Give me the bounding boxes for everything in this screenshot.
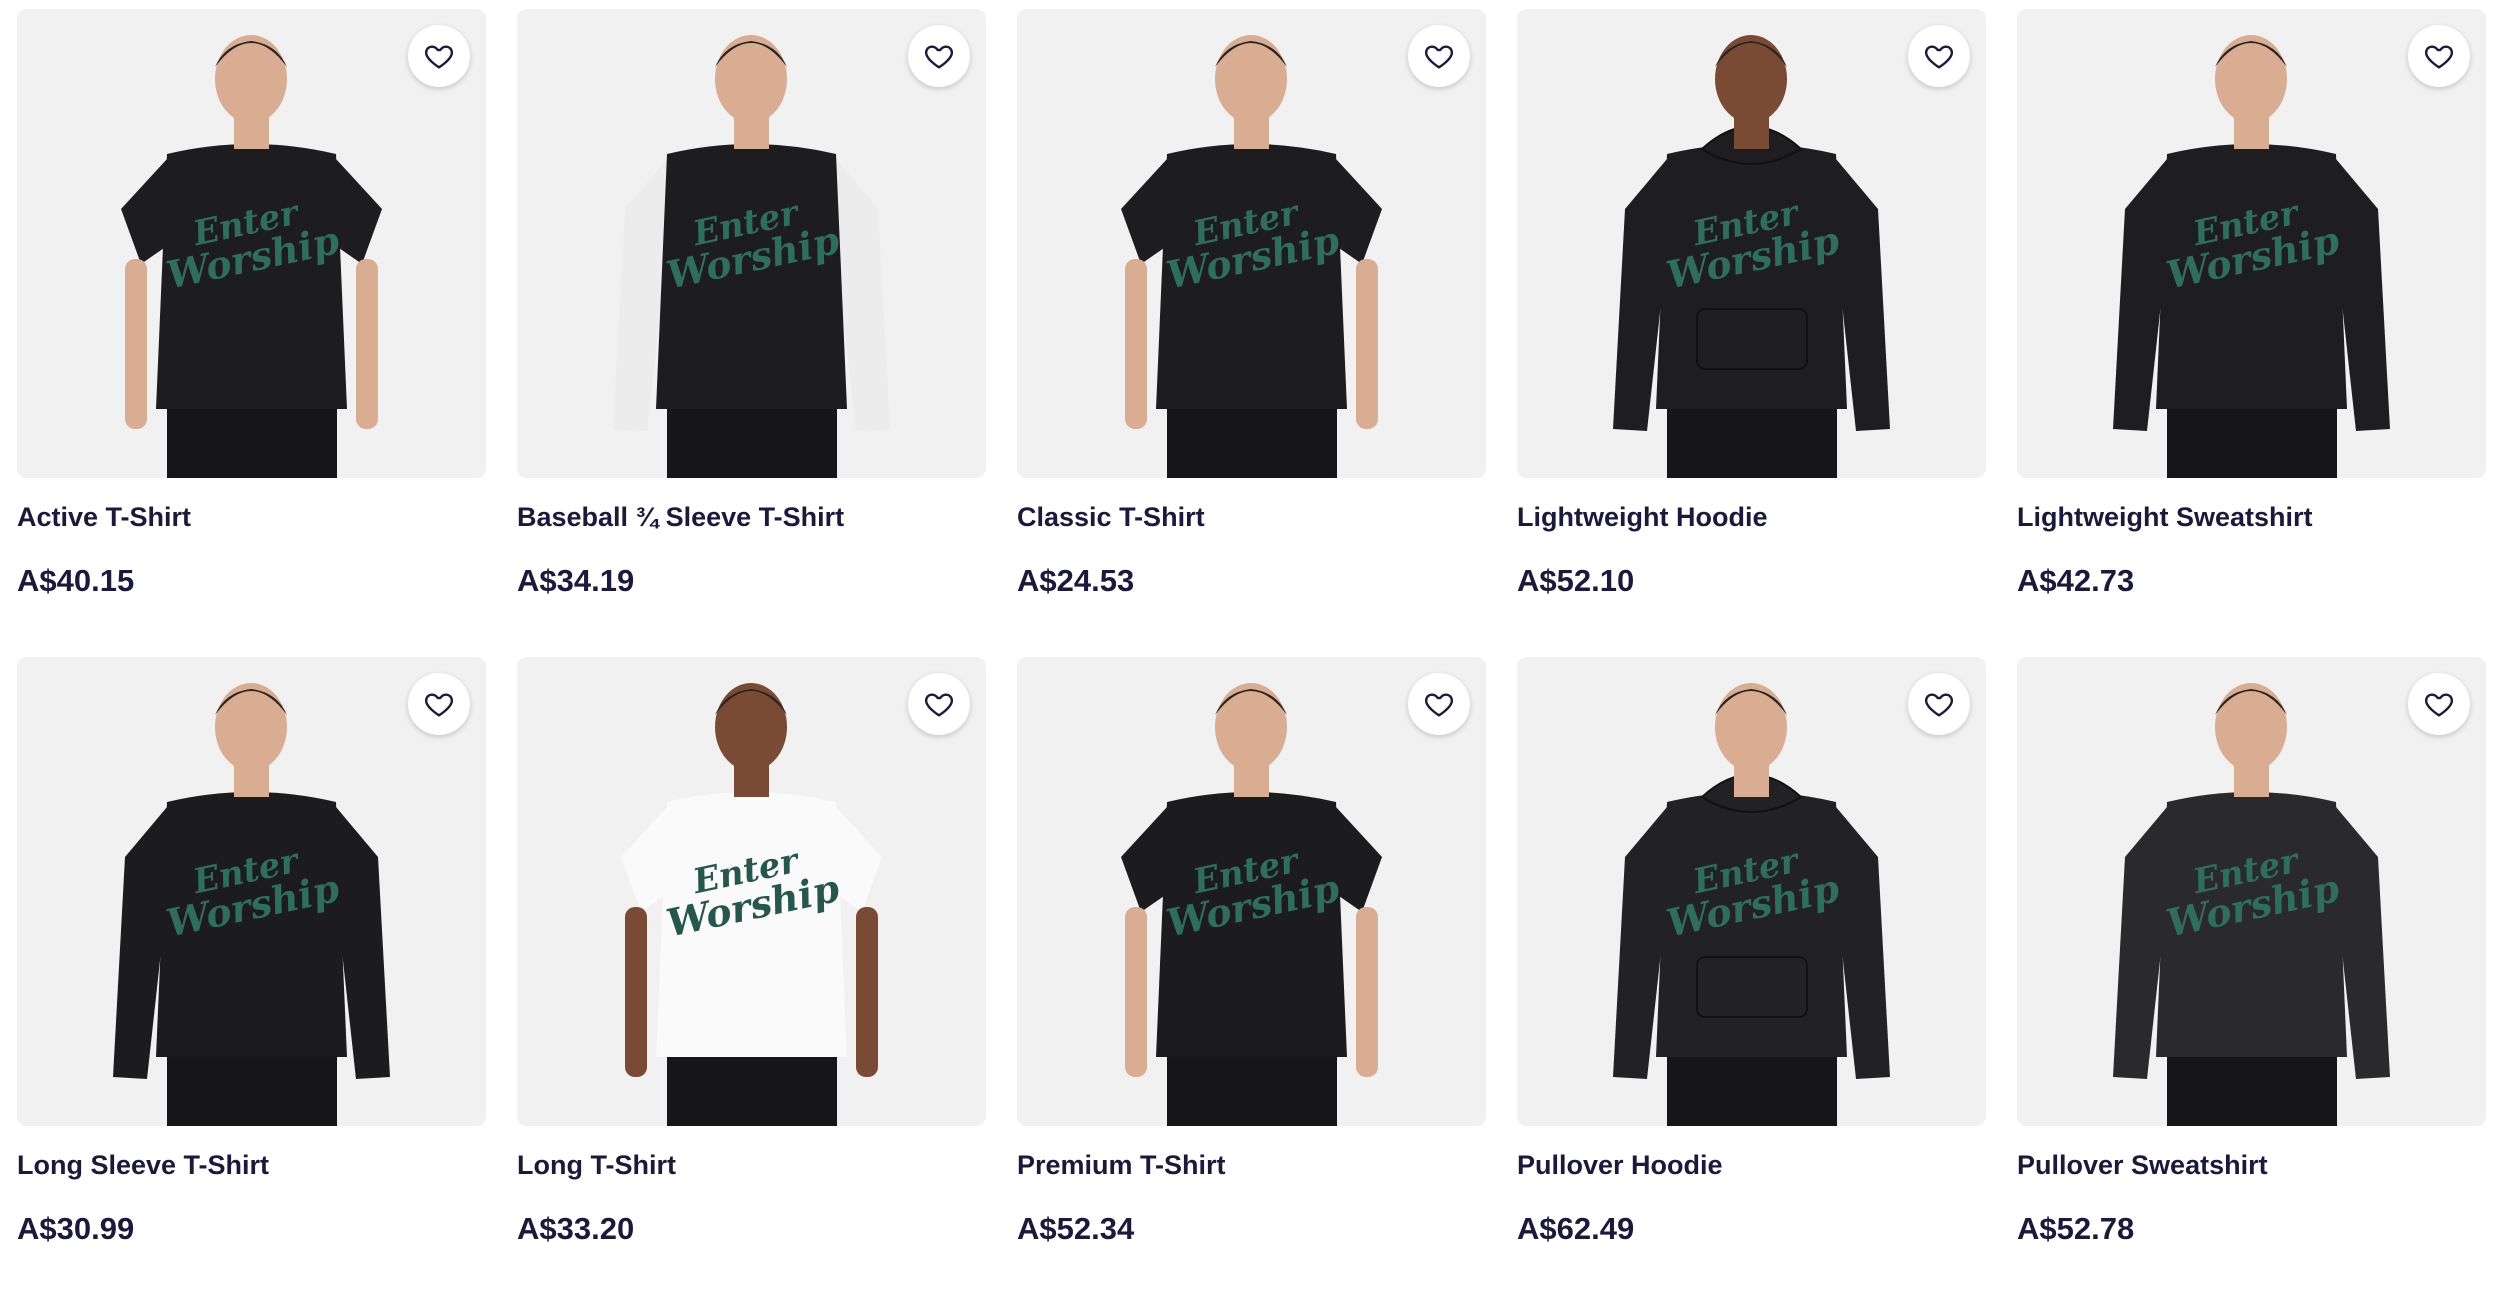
product-card[interactable]: Enter Worship Long T-Shirt A$33.20 bbox=[517, 657, 986, 1305]
product-card[interactable]: Enter Worship Classic T-Shirt A$24.53 bbox=[1017, 9, 1486, 657]
product-title[interactable]: Premium T-Shirt bbox=[1017, 1148, 1486, 1182]
heart-outline-icon bbox=[1424, 693, 1454, 717]
product-image[interactable]: Enter Worship bbox=[1017, 9, 1486, 478]
product-price: A$52.34 bbox=[1017, 1211, 1135, 1246]
heart-outline-icon bbox=[424, 45, 454, 69]
product-image[interactable]: Enter Worship bbox=[1517, 657, 1986, 1126]
product-price: A$33.20 bbox=[517, 1211, 635, 1246]
product-price: A$52.10 bbox=[1517, 563, 1635, 598]
model-photo: Enter Worship bbox=[517, 9, 986, 478]
product-price: A$34.19 bbox=[517, 563, 635, 598]
product-image[interactable]: Enter Worship bbox=[2017, 9, 2486, 478]
product-price: A$62.49 bbox=[1517, 1211, 1635, 1246]
product-card[interactable]: Enter Worship Pullover Sweatshirt A$52.7… bbox=[2017, 657, 2486, 1305]
product-price: A$40.15 bbox=[17, 563, 135, 598]
product-image[interactable]: Enter Worship bbox=[517, 9, 986, 478]
product-image[interactable]: Enter Worship bbox=[1017, 657, 1486, 1126]
product-price: A$52.78 bbox=[2017, 1211, 2135, 1246]
model-photo: Enter Worship bbox=[2017, 657, 2486, 1126]
product-card[interactable]: Enter Worship Premium T-Shirt A$52.34 bbox=[1017, 657, 1486, 1305]
heart-outline-icon bbox=[1924, 45, 1954, 69]
product-title[interactable]: Baseball ¾ Sleeve T-Shirt bbox=[517, 500, 986, 534]
model-photo: Enter Worship bbox=[1517, 9, 1986, 478]
model-photo: Enter Worship bbox=[17, 9, 486, 478]
heart-outline-icon bbox=[1424, 45, 1454, 69]
heart-outline-icon bbox=[2424, 45, 2454, 69]
favorite-button[interactable] bbox=[1908, 673, 1970, 735]
product-card[interactable]: Enter Worship Lightweight Hoodie A$52.10 bbox=[1517, 9, 1986, 657]
product-card[interactable]: Enter Worship Lightweight Sweatshirt A$4… bbox=[2017, 9, 2486, 657]
heart-outline-icon bbox=[2424, 693, 2454, 717]
model-photo: Enter Worship bbox=[1017, 657, 1486, 1126]
product-title[interactable]: Long Sleeve T-Shirt bbox=[17, 1148, 486, 1182]
model-photo: Enter Worship bbox=[1017, 9, 1486, 478]
product-price: A$42.73 bbox=[2017, 563, 2135, 598]
heart-outline-icon bbox=[424, 693, 454, 717]
product-card[interactable]: Enter Worship Active T-Shirt A$40.15 bbox=[17, 9, 486, 657]
model-photo: Enter Worship bbox=[17, 657, 486, 1126]
favorite-button[interactable] bbox=[1408, 25, 1470, 87]
favorite-button[interactable] bbox=[1408, 673, 1470, 735]
product-title[interactable]: Pullover Sweatshirt bbox=[2017, 1148, 2486, 1182]
product-card[interactable]: Enter Worship Baseball ¾ Sleeve T-Shirt … bbox=[517, 9, 986, 657]
favorite-button[interactable] bbox=[408, 25, 470, 87]
heart-outline-icon bbox=[924, 45, 954, 69]
product-card[interactable]: Enter Worship Pullover Hoodie A$62.49 bbox=[1517, 657, 1986, 1305]
favorite-button[interactable] bbox=[908, 25, 970, 87]
favorite-button[interactable] bbox=[1908, 25, 1970, 87]
favorite-button[interactable] bbox=[2408, 25, 2470, 87]
product-image[interactable]: Enter Worship bbox=[2017, 657, 2486, 1126]
product-price: A$24.53 bbox=[1017, 563, 1135, 598]
model-photo: Enter Worship bbox=[1517, 657, 1986, 1126]
product-image[interactable]: Enter Worship bbox=[17, 657, 486, 1126]
product-title[interactable]: Lightweight Sweatshirt bbox=[2017, 500, 2486, 534]
product-card[interactable]: Enter Worship Long Sleeve T-Shirt A$30.9… bbox=[17, 657, 486, 1305]
product-title[interactable]: Long T-Shirt bbox=[517, 1148, 986, 1182]
product-title[interactable]: Classic T-Shirt bbox=[1017, 500, 1486, 534]
favorite-button[interactable] bbox=[908, 673, 970, 735]
product-image[interactable]: Enter Worship bbox=[517, 657, 986, 1126]
product-title[interactable]: Pullover Hoodie bbox=[1517, 1148, 1986, 1182]
heart-outline-icon bbox=[924, 693, 954, 717]
product-price: A$30.99 bbox=[17, 1211, 135, 1246]
favorite-button[interactable] bbox=[2408, 673, 2470, 735]
product-grid: Enter Worship Active T-Shirt A$40.15 Ent… bbox=[17, 9, 2486, 1305]
model-photo: Enter Worship bbox=[2017, 9, 2486, 478]
product-title[interactable]: Active T-Shirt bbox=[17, 500, 486, 534]
product-image[interactable]: Enter Worship bbox=[1517, 9, 1986, 478]
favorite-button[interactable] bbox=[408, 673, 470, 735]
heart-outline-icon bbox=[1924, 693, 1954, 717]
product-image[interactable]: Enter Worship bbox=[17, 9, 486, 478]
product-title[interactable]: Lightweight Hoodie bbox=[1517, 500, 1986, 534]
model-photo: Enter Worship bbox=[517, 657, 986, 1126]
